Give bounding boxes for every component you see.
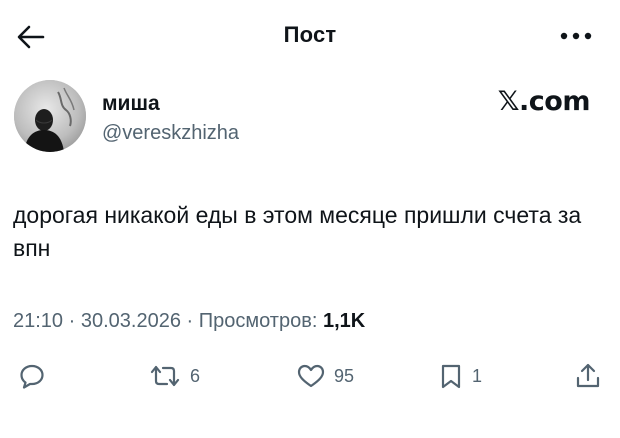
repost-count: 6 <box>190 365 201 386</box>
top-bar: Пост <box>0 0 620 70</box>
like-count: 95 <box>334 365 355 386</box>
tweet-text: дорогая никакой еды в этом месяце пришли… <box>13 202 582 261</box>
views-label: Просмотров: <box>198 310 318 332</box>
heart-icon <box>297 364 325 388</box>
tweet-meta: 21:10 · 30.03.2026 · Просмотров: 1,1K <box>13 310 365 333</box>
reply-icon <box>20 364 44 389</box>
author-handle[interactable]: @vereskzhizha <box>102 122 239 145</box>
avatar[interactable] <box>14 80 86 152</box>
share-button[interactable] <box>574 358 602 394</box>
more-button[interactable] <box>556 24 596 48</box>
page-title: Пост <box>283 22 337 47</box>
bookmark-count: 1 <box>472 365 483 386</box>
tweet-time: 21:10 <box>13 310 64 332</box>
bookmark-icon <box>441 364 461 389</box>
repost-button[interactable]: 6 <box>148 358 200 394</box>
more-horizontal-icon <box>560 32 592 40</box>
meta-separator: · <box>180 310 199 332</box>
views-count: 1,1K <box>322 310 366 332</box>
reply-button[interactable] <box>18 358 46 394</box>
repost-icon <box>150 365 180 387</box>
x-com-logo: 𝕏.com <box>497 86 591 117</box>
avatar-image <box>14 80 86 152</box>
like-button[interactable]: 95 <box>296 358 354 394</box>
author-name[interactable]: миша <box>102 92 160 116</box>
meta-separator: · <box>63 310 81 332</box>
tweet-author: миша @vereskzhizha 𝕏.com <box>12 80 608 156</box>
bookmark-button[interactable]: 1 <box>438 358 482 394</box>
tweet-date: 30.03.2026 <box>80 310 181 332</box>
action-bar: 6 95 1 <box>0 358 620 398</box>
share-icon <box>576 363 600 388</box>
